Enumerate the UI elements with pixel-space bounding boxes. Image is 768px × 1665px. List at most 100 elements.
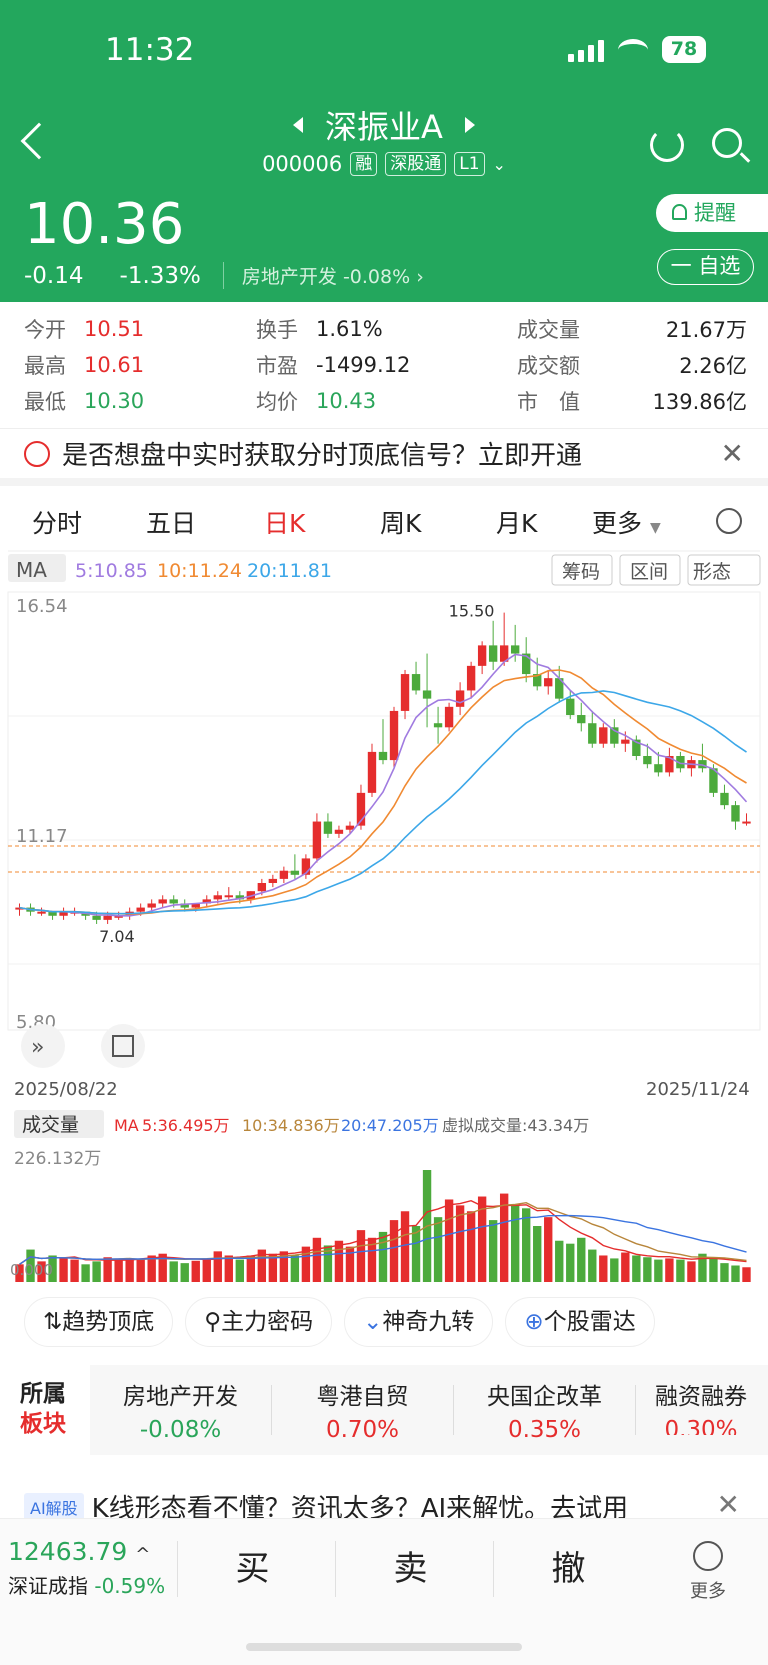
volume-bar xyxy=(488,1220,498,1282)
candle xyxy=(158,899,167,904)
volume-bar xyxy=(455,1205,465,1282)
volume-bar xyxy=(499,1193,509,1282)
next-stock-icon[interactable] xyxy=(464,117,475,133)
close-icon[interactable]: ✕ xyxy=(717,1488,740,1521)
volume-bar xyxy=(378,1231,388,1282)
volume-bar xyxy=(246,1255,256,1282)
volume-bar xyxy=(654,1259,663,1282)
add-favorite-button[interactable]: 一 自选 xyxy=(657,249,754,285)
tab-weekly-k[interactable]: 周K xyxy=(380,504,421,540)
plates-label: 所属 板块 xyxy=(20,1381,66,1437)
chevron-down-icon[interactable]: ⌄ xyxy=(493,155,506,174)
volume-bar xyxy=(356,1230,366,1282)
buy-button[interactable]: 买 xyxy=(177,1541,327,1597)
candle xyxy=(621,739,630,744)
trend-top-bottom-button[interactable]: ⇅趋势顶底 xyxy=(24,1297,174,1347)
volume-bar xyxy=(345,1246,355,1282)
more-button[interactable]: 更多 xyxy=(690,1541,726,1603)
candle xyxy=(643,755,652,765)
volume-bar xyxy=(632,1255,641,1282)
search-icon[interactable] xyxy=(712,128,742,158)
candle xyxy=(136,907,145,912)
chart-tabs: 分时 五日 日K 周K 月K 更多 ▼ xyxy=(0,494,768,556)
low-value: 10.30 xyxy=(84,389,145,413)
candle xyxy=(290,870,300,875)
ma10-value: 10:11.24 xyxy=(157,560,242,582)
vol-ma20: 20:47.205万 xyxy=(341,1116,439,1135)
min-price-label: 7.04 xyxy=(99,927,135,946)
chips-button-label: 筹码 xyxy=(562,561,600,583)
signal-promo-banner[interactable]: 是否想盘中实时获取分时顶底信号？立即开通 ✕ xyxy=(0,428,768,486)
tab-five-day[interactable]: 五日 xyxy=(146,504,196,540)
plate-item[interactable]: 房地产开发 -0.08% xyxy=(90,1384,272,1443)
sell-button[interactable]: 卖 xyxy=(335,1541,485,1597)
virtual-volume[interactable]: 虚拟成交量:43.34万 xyxy=(442,1116,589,1135)
candle xyxy=(588,723,597,744)
candle xyxy=(367,751,377,793)
volume-bar xyxy=(544,1217,553,1282)
candle xyxy=(654,764,663,773)
volume-bar xyxy=(665,1258,674,1282)
sector-link[interactable]: 房地产开发 -0.08% › xyxy=(222,262,424,289)
bell-icon xyxy=(672,204,687,220)
margin-tag: 融 xyxy=(350,152,378,176)
index-ticker[interactable]: 12463.79 ^ 深证成指 -0.59% xyxy=(8,1537,165,1599)
candle xyxy=(422,690,432,699)
sector-plates: 所属 板块 房地产开发 -0.08% 粤港自贸 0.70% 央国企改革 0.35% 融资… xyxy=(0,1365,768,1455)
volume-bar xyxy=(466,1211,476,1282)
settings-icon[interactable] xyxy=(716,508,742,534)
volume-bar xyxy=(720,1263,729,1282)
change-row: -0.14 -1.33% 房地产开发 -0.08% › xyxy=(24,262,424,289)
ma5-value: 5:10.85 xyxy=(75,560,148,582)
label-high: 最高 xyxy=(24,354,66,378)
tab-intraday[interactable]: 分时 xyxy=(32,504,82,540)
candle xyxy=(147,903,156,908)
candle xyxy=(488,645,498,662)
quote-panel: 今开 10.51 最高 10.61 最低 10.30 换手 1.61% 市盈 -1499.… xyxy=(0,302,768,426)
status-icons: 78 xyxy=(568,36,706,63)
more-icon xyxy=(693,1541,723,1571)
candle xyxy=(400,674,410,711)
volume-label: 成交量 xyxy=(22,1114,79,1136)
stock-radar-button[interactable]: ⊕个股雷达 xyxy=(505,1297,655,1347)
magic-nine-button[interactable]: ⌄神奇九转 xyxy=(344,1297,494,1347)
candle xyxy=(334,829,344,834)
fullscreen-icon[interactable] xyxy=(101,1024,145,1068)
ma-label[interactable]: MA xyxy=(16,558,47,582)
plate-item[interactable]: 粤港自贸 0.70% xyxy=(272,1384,454,1443)
label-avg: 均价 xyxy=(256,390,298,414)
pattern-button-label: 形态 xyxy=(693,561,731,583)
volume-bar xyxy=(180,1263,189,1282)
volume-bar xyxy=(444,1199,454,1282)
current-price: 10.36 xyxy=(24,192,185,257)
connect-tag: 深股通 xyxy=(385,152,447,176)
volume-bar xyxy=(224,1255,233,1282)
candle xyxy=(37,911,46,914)
main-force-code-button[interactable]: ⚲主力密码 xyxy=(185,1297,333,1347)
plate-item[interactable]: 融资融券 0.30% xyxy=(636,1385,766,1435)
refresh-icon[interactable] xyxy=(650,128,684,162)
ai-badge: AI解股 xyxy=(24,1492,84,1521)
volume-bar xyxy=(621,1252,630,1282)
volume-bar xyxy=(676,1259,685,1282)
header: 11:32 78 深振业A 000006 融 深股通 L1 ⌄ 10.36 -0… xyxy=(0,0,768,302)
candle xyxy=(510,645,520,654)
tab-more[interactable]: 更多 ▼ xyxy=(592,504,661,540)
price-change: -0.14 xyxy=(24,262,84,289)
volume-bar xyxy=(400,1211,410,1282)
tab-daily-k[interactable]: 日K xyxy=(264,504,305,556)
candle xyxy=(544,678,553,687)
index-name: 深证成指 xyxy=(8,1574,88,1598)
high-value: 10.61 xyxy=(84,353,145,377)
start-date: 2025/08/22 xyxy=(14,1079,118,1100)
cancel-order-button[interactable]: 撤 xyxy=(493,1541,643,1597)
close-icon[interactable]: ✕ xyxy=(721,437,744,470)
remind-button[interactable]: 提醒 xyxy=(656,194,768,232)
volume-max: 226.132万 xyxy=(14,1149,101,1169)
kline-chart[interactable]: MA 5:10.85 10:11.24 20:11.81 筹码 区间 形态 16… xyxy=(0,550,768,1290)
chart-area[interactable]: MA 5:10.85 10:11.24 20:11.81 筹码 区间 形态 16… xyxy=(0,550,768,1294)
candle xyxy=(444,706,454,728)
prev-stock-icon[interactable] xyxy=(293,117,304,133)
plate-item[interactable]: 央国企改革 0.35% xyxy=(454,1384,636,1443)
tab-monthly-k[interactable]: 月K xyxy=(496,504,537,540)
